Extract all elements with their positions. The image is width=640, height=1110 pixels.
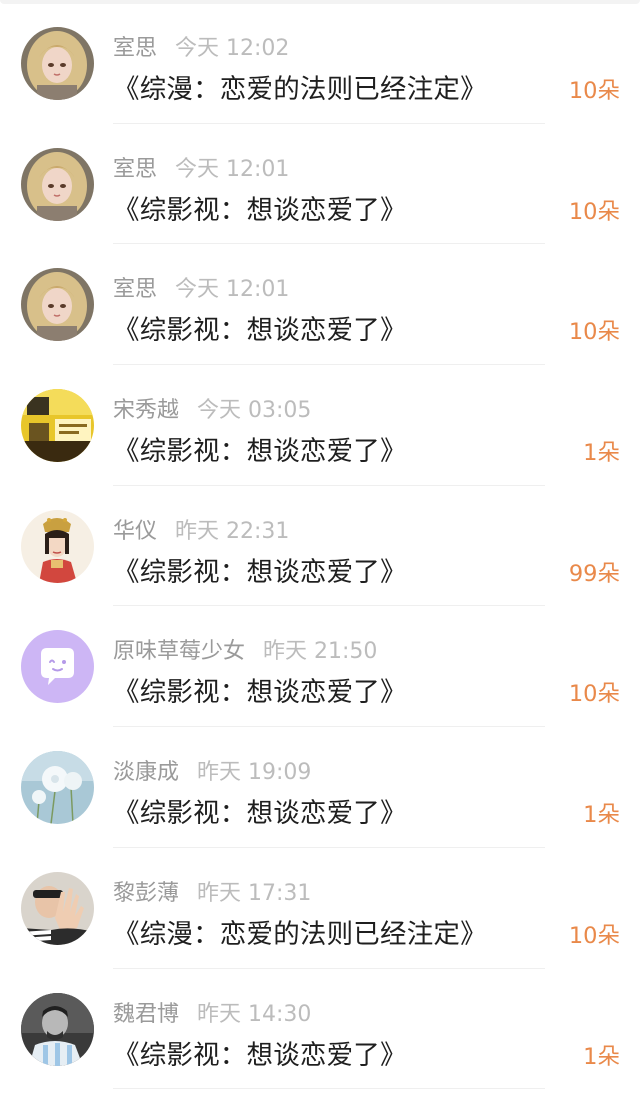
flower-count: 1朵 <box>583 802 620 829</box>
book-title[interactable]: 《综影视：想谈恋爱了》 <box>113 550 407 589</box>
book-title[interactable]: 《综影视：想谈恋爱了》 <box>113 1033 407 1072</box>
item-meta: 室思 今天 12:02 <box>113 30 290 61</box>
item-meta: 室思 今天 12:01 <box>113 271 290 303</box>
timestamp: 今天 12:02 <box>175 36 290 61</box>
timestamp: 今天 12:01 <box>175 277 290 303</box>
waving-hand-avatar-icon[interactable] <box>21 871 94 945</box>
book-title[interactable]: 《综影视：想谈恋爱了》 <box>113 791 407 830</box>
costume-lady-avatar-icon[interactable] <box>21 509 94 583</box>
list-item[interactable]: 室思 今天 12:02 《综漫：恋爱的法则已经注定》 10朵 <box>0 3 640 124</box>
list-item[interactable]: 魏君博 昨天 14:30 《综影视：想谈恋爱了》 1朵 <box>0 969 640 1090</box>
item-meta: 黎彭薄 昨天 17:31 <box>113 875 312 906</box>
username[interactable]: 淡康成 <box>113 760 179 785</box>
item-meta: 魏君博 昨天 14:30 <box>113 996 312 1027</box>
list-item[interactable]: 华仪 昨天 22:31 《综影视：想谈恋爱了》 99朵 <box>0 486 640 607</box>
gift-record-list: 室思 今天 12:02 《综漫：恋爱的法则已经注定》 10朵 室思 今天 12:01… <box>0 3 640 1090</box>
book-title[interactable]: 《综漫：恋爱的法则已经注定》 <box>113 67 487 106</box>
flower-count: 10朵 <box>568 922 620 949</box>
book-title[interactable]: 《综漫：恋爱的法则已经注定》 <box>113 912 487 951</box>
flower-count: 10朵 <box>568 681 620 708</box>
dandelion-avatar-icon[interactable] <box>21 751 94 825</box>
book-title[interactable]: 《综影视：想谈恋爱了》 <box>113 429 407 468</box>
timestamp: 今天 03:05 <box>197 398 312 424</box>
timestamp: 昨天 19:09 <box>197 760 312 786</box>
item-meta: 华仪 昨天 22:31 <box>113 513 290 544</box>
flower-count: 10朵 <box>568 319 620 346</box>
yellow-scene-avatar-icon[interactable] <box>21 389 94 463</box>
divider <box>113 1088 545 1090</box>
chat-bubble-avatar-icon[interactable] <box>21 630 94 704</box>
item-meta: 原味草莓少女 昨天 21:50 <box>113 633 378 665</box>
list-item[interactable]: 宋秀越 今天 03:05 《综影视：想谈恋爱了》 1朵 <box>0 365 640 486</box>
anime-girl-avatar-icon[interactable] <box>21 268 94 342</box>
username[interactable]: 华仪 <box>113 519 157 544</box>
username[interactable]: 室思 <box>113 36 157 61</box>
timestamp: 昨天 17:31 <box>197 880 312 906</box>
anime-girl-avatar-icon[interactable] <box>21 147 94 221</box>
list-item[interactable]: 原味草莓少女 昨天 21:50 《综影视：想谈恋爱了》 10朵 <box>0 606 640 728</box>
athlete-avatar-icon[interactable] <box>21 992 94 1066</box>
username[interactable]: 魏君博 <box>113 1002 179 1027</box>
flower-count: 10朵 <box>568 78 620 104</box>
username[interactable]: 原味草莓少女 <box>113 639 245 664</box>
item-meta: 室思 今天 12:01 <box>113 151 290 182</box>
timestamp: 昨天 22:31 <box>175 518 290 544</box>
flower-count: 10朵 <box>568 198 620 225</box>
book-title[interactable]: 《综影视：想谈恋爱了》 <box>113 308 407 347</box>
flower-count: 1朵 <box>583 440 620 467</box>
list-item[interactable]: 淡康成 昨天 19:09 《综影视：想谈恋爱了》 1朵 <box>0 727 640 848</box>
book-title[interactable]: 《综影视：想谈恋爱了》 <box>113 670 407 709</box>
anime-girl-avatar-icon[interactable] <box>21 27 94 100</box>
username[interactable]: 宋秀越 <box>113 398 179 423</box>
timestamp: 今天 12:01 <box>175 156 290 182</box>
list-item[interactable]: 室思 今天 12:01 《综影视：想谈恋爱了》 10朵 <box>0 124 640 245</box>
list-item[interactable]: 黎彭薄 昨天 17:31 《综漫：恋爱的法则已经注定》 10朵 <box>0 848 640 969</box>
username[interactable]: 室思 <box>113 277 157 302</box>
list-item[interactable]: 室思 今天 12:01 《综影视：想谈恋爱了》 10朵 <box>0 244 640 366</box>
item-meta: 淡康成 昨天 19:09 <box>113 754 312 786</box>
timestamp: 昨天 21:50 <box>263 639 378 665</box>
timestamp: 昨天 14:30 <box>197 1001 312 1027</box>
username[interactable]: 室思 <box>113 157 157 182</box>
item-meta: 宋秀越 今天 03:05 <box>113 392 312 424</box>
flower-count: 99朵 <box>568 560 620 587</box>
flower-count: 1朵 <box>583 1043 620 1070</box>
book-title[interactable]: 《综影视：想谈恋爱了》 <box>113 188 407 227</box>
username[interactable]: 黎彭薄 <box>113 881 179 906</box>
